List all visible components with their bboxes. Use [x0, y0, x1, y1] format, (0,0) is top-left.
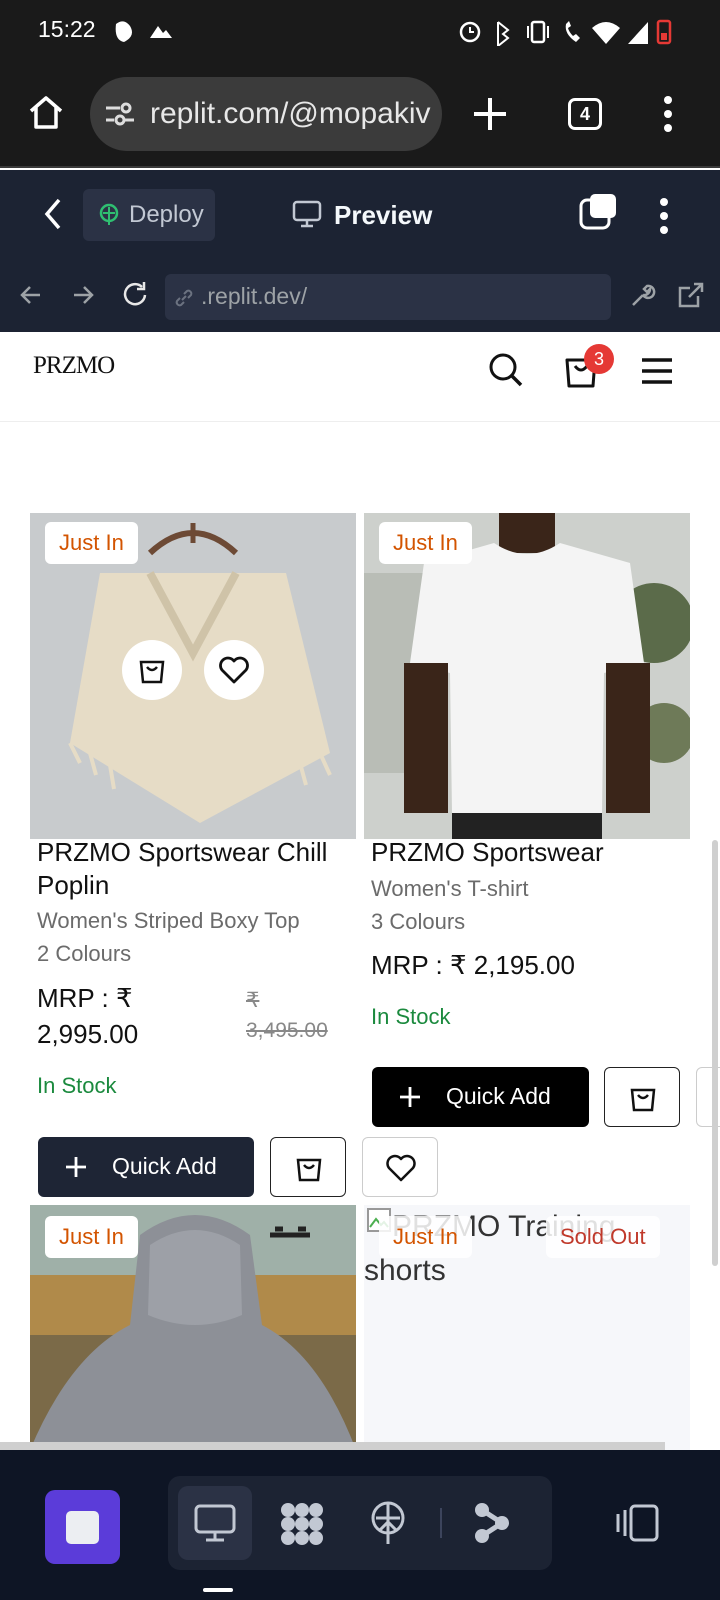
nav-tab-group — [168, 1476, 552, 1570]
horizontal-scrollbar[interactable] — [0, 1442, 665, 1450]
plus-icon — [66, 1157, 86, 1177]
browser-menu-icon[interactable] — [663, 94, 673, 134]
site-header: PRZMO 3 — [0, 332, 720, 422]
cart-icon — [296, 1158, 322, 1182]
product-subtitle: Women's Striped Boxy Top — [37, 908, 300, 933]
nav-agent-icon[interactable] — [278, 1500, 326, 1546]
status-time: 15:22 — [38, 16, 96, 42]
product-name[interactable]: PRZMO Sportswear Chill Poplin — [37, 836, 347, 902]
nav-preview-tab[interactable] — [178, 1486, 252, 1560]
product-colours: 2 Colours — [37, 941, 132, 966]
add-to-cart-button[interactable] — [604, 1067, 680, 1127]
site-viewport: PRZMO 3 Just In PRZMO Sportswear Chill P… — [0, 332, 720, 1450]
webview-url-text: .replit.dev/ — [201, 283, 308, 309]
cart-icon — [139, 660, 165, 684]
replit-header: Deploy Preview — [0, 170, 720, 262]
home-icon[interactable] — [28, 94, 64, 130]
back-chevron-icon[interactable] — [42, 196, 64, 232]
quick-add-label: Quick Add — [112, 1153, 217, 1179]
brand-logo[interactable]: PRZMO — [33, 352, 115, 380]
just-in-tag: Just In — [379, 1216, 472, 1258]
tabs-icon[interactable] — [578, 192, 618, 232]
webview-url-field[interactable]: .replit.dev/ — [165, 274, 611, 320]
site-settings-icon[interactable] — [104, 101, 136, 129]
webview-forward-icon[interactable] — [70, 282, 96, 308]
cart-count-badge: 3 — [584, 344, 614, 374]
product-name[interactable]: PRZMO Sportswear — [371, 836, 691, 869]
vertical-scrollbar[interactable] — [712, 840, 718, 1266]
url-text: replit.com/@mopakiv — [150, 97, 431, 130]
open-external-icon[interactable] — [676, 280, 706, 310]
browser-toolbar: replit.com/@mopakiv 4 — [0, 62, 720, 168]
image-wishlist-button[interactable] — [204, 640, 264, 700]
add-to-cart-button[interactable] — [270, 1137, 346, 1197]
image-add-to-cart-button[interactable] — [122, 640, 182, 700]
link-icon — [175, 289, 193, 307]
reload-icon[interactable] — [120, 280, 150, 310]
nav-divider — [440, 1508, 442, 1538]
nav-deploy-icon[interactable] — [368, 1500, 408, 1546]
plus-icon — [400, 1087, 420, 1107]
stock-status: In Stock — [37, 1073, 117, 1098]
replit-menu-icon[interactable] — [659, 196, 669, 236]
product-price: MRP : ₹ 2,195.00 — [371, 950, 575, 980]
tab-switcher-button[interactable]: 4 — [568, 98, 602, 130]
sold-out-tag: Sold Out — [546, 1216, 660, 1258]
new-tab-icon[interactable] — [472, 96, 508, 132]
status-bar: 15:22 — [0, 0, 720, 62]
notification-icons — [115, 21, 172, 42]
heart-icon — [386, 1154, 416, 1182]
deploy-label: Deploy — [129, 201, 204, 228]
product-subtitle: Women's T-shirt — [371, 876, 529, 901]
preview-tab-label[interactable]: Preview — [334, 200, 432, 231]
deploy-button[interactable]: Deploy — [83, 189, 215, 241]
product-colours: 3 Colours — [371, 909, 466, 934]
just-in-tag: Just In — [45, 1216, 138, 1258]
cart-icon — [630, 1088, 656, 1112]
quick-add-label: Quick Add — [446, 1083, 551, 1109]
devtools-wrench-icon[interactable] — [627, 280, 657, 310]
monitor-icon — [292, 200, 322, 228]
nav-layout-icon[interactable] — [615, 1504, 661, 1544]
just-in-tag: Just In — [45, 522, 138, 564]
webview-toolbar: .replit.dev/ — [0, 262, 720, 332]
just-in-tag: Just In — [379, 522, 472, 564]
webview-back-icon[interactable] — [18, 282, 44, 308]
quick-add-button[interactable]: Quick Add — [38, 1137, 254, 1197]
monitor-icon — [194, 1504, 236, 1542]
heart-icon — [219, 656, 249, 684]
address-bar[interactable]: replit.com/@mopakiv — [90, 77, 442, 151]
product-old-price: ₹ 3,495.00 — [246, 989, 328, 1042]
product-price: MRP : ₹ 2,995.00 — [37, 983, 139, 1049]
stock-status: In Stock — [371, 1004, 451, 1029]
quick-add-button[interactable]: Quick Add — [372, 1067, 589, 1127]
search-icon[interactable] — [488, 352, 524, 388]
replit-bottom-nav — [0, 1450, 720, 1600]
stop-icon — [66, 1511, 99, 1544]
gesture-home-bar[interactable] — [203, 1588, 233, 1592]
system-status-icons — [459, 19, 672, 46]
nav-stop-button[interactable] — [45, 1490, 120, 1564]
deploy-icon — [99, 203, 119, 225]
nav-git-icon[interactable] — [472, 1500, 512, 1546]
hamburger-menu-icon[interactable] — [640, 356, 674, 386]
wishlist-button[interactable] — [362, 1137, 438, 1197]
